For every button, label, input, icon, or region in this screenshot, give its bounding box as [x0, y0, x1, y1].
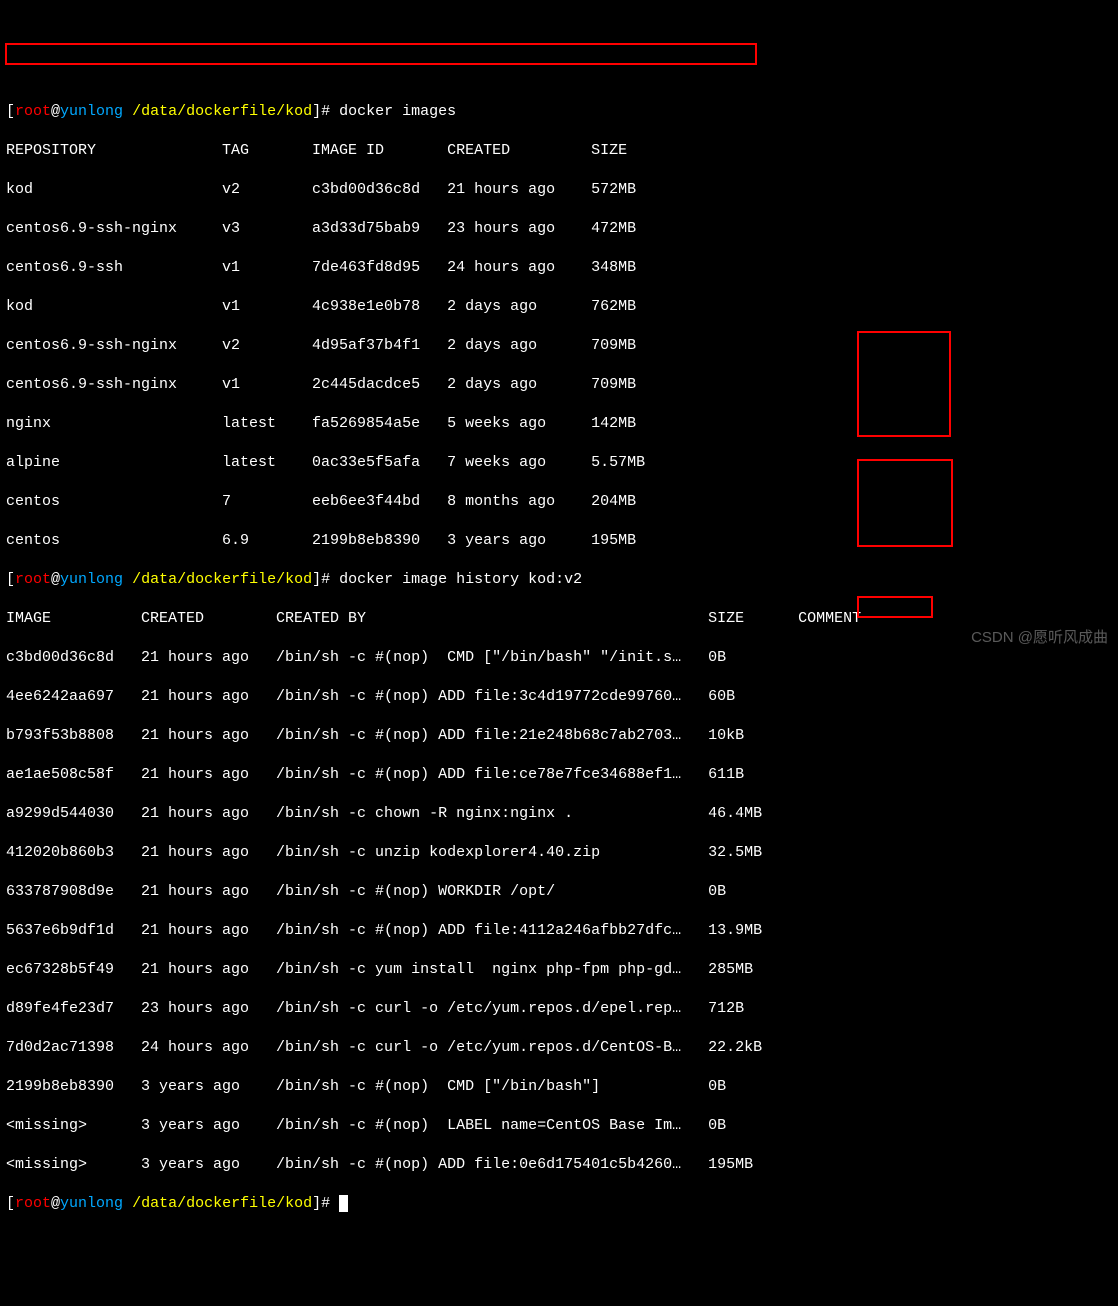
- table-row: 7d0d2ac71398 24 hours ago /bin/sh -c cur…: [6, 1038, 1112, 1058]
- command-text: docker image history kod:v2: [339, 571, 582, 588]
- prompt-path: /data/dockerfile/kod: [132, 571, 312, 588]
- prompt-at: @: [51, 571, 60, 588]
- prompt-host: yunlong: [60, 103, 123, 120]
- docker-history-header: IMAGE CREATED CREATED BY SIZE COMMENT: [6, 609, 1112, 629]
- bracket-open: [: [6, 1195, 15, 1212]
- bracket-open: [: [6, 571, 15, 588]
- table-row: ae1ae508c58f 21 hours ago /bin/sh -c #(n…: [6, 765, 1112, 785]
- table-row: 2199b8eb8390 3 years ago /bin/sh -c #(no…: [6, 1077, 1112, 1097]
- prompt-space: [123, 571, 132, 588]
- prompt-space: [123, 103, 132, 120]
- table-row: centos 6.9 2199b8eb8390 3 years ago 195M…: [6, 531, 1112, 551]
- docker-images-header: REPOSITORY TAG IMAGE ID CREATED SIZE: [6, 141, 1112, 161]
- prompt-user: root: [15, 103, 51, 120]
- prompt-space: [123, 1195, 132, 1212]
- table-row: kod v2 c3bd00d36c8d 21 hours ago 572MB: [6, 180, 1112, 200]
- watermark-text: CSDN @愿听风成曲: [971, 628, 1108, 648]
- prompt-path: /data/dockerfile/kod: [132, 103, 312, 120]
- table-row: centos6.9-ssh-nginx v3 a3d33d75bab9 23 h…: [6, 219, 1112, 239]
- table-row: b793f53b8808 21 hours ago /bin/sh -c #(n…: [6, 726, 1112, 746]
- terminal-output: [root@yunlong /data/dockerfile/kod]# doc…: [6, 82, 1112, 1233]
- table-row: centos 7 eeb6ee3f44bd 8 months ago 204MB: [6, 492, 1112, 512]
- bracket-open: [: [6, 103, 15, 120]
- prompt-path: /data/dockerfile/kod: [132, 1195, 312, 1212]
- table-row: ec67328b5f49 21 hours ago /bin/sh -c yum…: [6, 960, 1112, 980]
- bracket-close: ]#: [312, 1195, 339, 1212]
- prompt-line-2[interactable]: [root@yunlong /data/dockerfile/kod]# doc…: [6, 570, 1112, 590]
- table-row: 4ee6242aa697 21 hours ago /bin/sh -c #(n…: [6, 687, 1112, 707]
- table-row: 633787908d9e 21 hours ago /bin/sh -c #(n…: [6, 882, 1112, 902]
- table-row: centos6.9-ssh-nginx v2 4d95af37b4f1 2 da…: [6, 336, 1112, 356]
- bracket-close: ]#: [312, 103, 339, 120]
- terminal-cursor[interactable]: [339, 1195, 348, 1212]
- prompt-host: yunlong: [60, 1195, 123, 1212]
- prompt-host: yunlong: [60, 571, 123, 588]
- table-row: kod v1 4c938e1e0b78 2 days ago 762MB: [6, 297, 1112, 317]
- table-row: nginx latest fa5269854a5e 5 weeks ago 14…: [6, 414, 1112, 434]
- table-row: <missing> 3 years ago /bin/sh -c #(nop) …: [6, 1116, 1112, 1136]
- highlight-box-kod-v2: [5, 43, 757, 65]
- prompt-line-1[interactable]: [root@yunlong /data/dockerfile/kod]# doc…: [6, 102, 1112, 122]
- table-row: c3bd00d36c8d 21 hours ago /bin/sh -c #(n…: [6, 648, 1112, 668]
- table-row: centos6.9-ssh-nginx v1 2c445dacdce5 2 da…: [6, 375, 1112, 395]
- bracket-close: ]#: [312, 571, 339, 588]
- table-row: 5637e6b9df1d 21 hours ago /bin/sh -c #(n…: [6, 921, 1112, 941]
- table-row: a9299d544030 21 hours ago /bin/sh -c cho…: [6, 804, 1112, 824]
- prompt-line-3[interactable]: [root@yunlong /data/dockerfile/kod]#: [6, 1194, 1112, 1214]
- prompt-user: root: [15, 571, 51, 588]
- prompt-at: @: [51, 1195, 60, 1212]
- table-row: 412020b860b3 21 hours ago /bin/sh -c unz…: [6, 843, 1112, 863]
- table-row: <missing> 3 years ago /bin/sh -c #(nop) …: [6, 1155, 1112, 1175]
- command-text: docker images: [339, 103, 456, 120]
- table-row: alpine latest 0ac33e5f5afa 7 weeks ago 5…: [6, 453, 1112, 473]
- prompt-user: root: [15, 1195, 51, 1212]
- table-row: d89fe4fe23d7 23 hours ago /bin/sh -c cur…: [6, 999, 1112, 1019]
- prompt-at: @: [51, 103, 60, 120]
- table-row: centos6.9-ssh v1 7de463fd8d95 24 hours a…: [6, 258, 1112, 278]
